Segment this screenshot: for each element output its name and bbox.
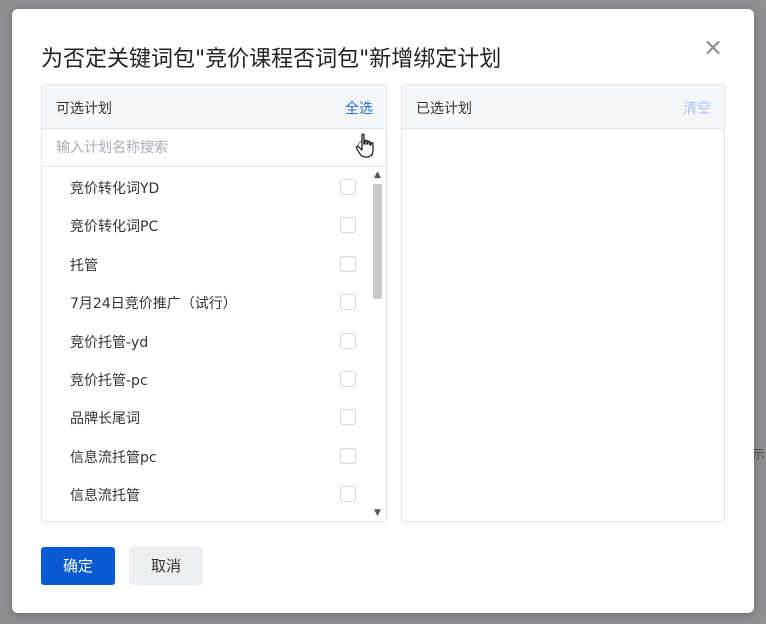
scroll-down-icon[interactable]: ▼: [369, 506, 386, 520]
available-plans-panel: 可选计划 全选 竞价转化词YD 竞价转化词PC 托管: [41, 84, 387, 522]
scrollbar-thumb[interactable]: [373, 184, 382, 299]
plan-checkbox[interactable]: [340, 486, 356, 503]
plan-name: 7月24日竞价推广（试行）: [70, 296, 237, 313]
dialog-title: 为否定关键词包"竞价课程否词包"新增绑定计划: [41, 47, 502, 72]
available-plans-header: 可选计划 全选: [42, 85, 386, 129]
plan-list: 竞价转化词YD 竞价转化词PC 托管 7月24日竞价推广（试行） 竞价托管-yd…: [42, 168, 368, 518]
plan-checkbox[interactable]: [340, 217, 356, 234]
select-all-link[interactable]: 全选: [345, 98, 373, 118]
scroll-up-icon[interactable]: ▲: [369, 168, 386, 182]
selected-plans-header: 已选计划 清空: [402, 85, 724, 129]
clear-link[interactable]: 清空: [683, 98, 711, 118]
available-plans-title: 可选计划: [56, 101, 112, 117]
plan-name: 竞价转化词PC: [70, 219, 159, 236]
close-icon[interactable]: ×: [701, 35, 725, 59]
plan-checkbox[interactable]: [340, 294, 356, 311]
plan-list-item[interactable]: 竞价托管-pc: [42, 360, 368, 398]
plan-name: 品牌长尾词: [70, 411, 140, 428]
plan-search-box: [42, 129, 386, 167]
plan-checkbox[interactable]: [340, 409, 356, 426]
selected-plans-title: 已选计划: [416, 101, 472, 117]
plan-name: 托管: [70, 257, 98, 274]
hand-cursor-icon: [355, 133, 374, 158]
plan-list-item[interactable]: 竞价托管-yd: [42, 322, 368, 360]
plan-list-item[interactable]: 信息流托管: [42, 475, 368, 513]
plan-name: 竞价托管-pc: [70, 372, 148, 389]
plan-name: 信息流托管: [70, 488, 140, 505]
plan-name: 信息流托管pc: [70, 449, 157, 466]
plan-checkbox[interactable]: [340, 255, 356, 272]
selected-plans-panel: 已选计划 清空: [401, 84, 725, 522]
plan-name: 竞价托管-yd: [70, 334, 149, 351]
plan-list-item[interactable]: 竞价转化词YD: [42, 168, 368, 206]
cancel-button[interactable]: 取消: [129, 547, 203, 585]
bind-plan-dialog: 为否定关键词包"竞价课程否词包"新增绑定计划 × 可选计划 全选 竞价转化词YD…: [12, 9, 754, 613]
plan-list-item[interactable]: 品牌长尾词: [42, 398, 368, 436]
plan-checkbox[interactable]: [340, 370, 356, 387]
confirm-button[interactable]: 确定: [41, 547, 115, 585]
plan-list-item[interactable]: 信息流托管pc: [42, 437, 368, 475]
plan-checkbox[interactable]: [340, 332, 356, 349]
plan-list-item[interactable]: 竞价转化词PC: [42, 206, 368, 244]
plan-list-item[interactable]: 托管: [42, 245, 368, 283]
plan-name: 竞价转化词YD: [70, 181, 160, 197]
plan-list-scrollbar[interactable]: ▲ ▼: [369, 168, 386, 520]
plan-checkbox[interactable]: [340, 179, 356, 195]
plan-list-item[interactable]: 7月24日竞价推广（试行）: [42, 283, 368, 321]
plan-checkbox[interactable]: [340, 447, 356, 464]
plan-search-input[interactable]: [56, 137, 346, 159]
